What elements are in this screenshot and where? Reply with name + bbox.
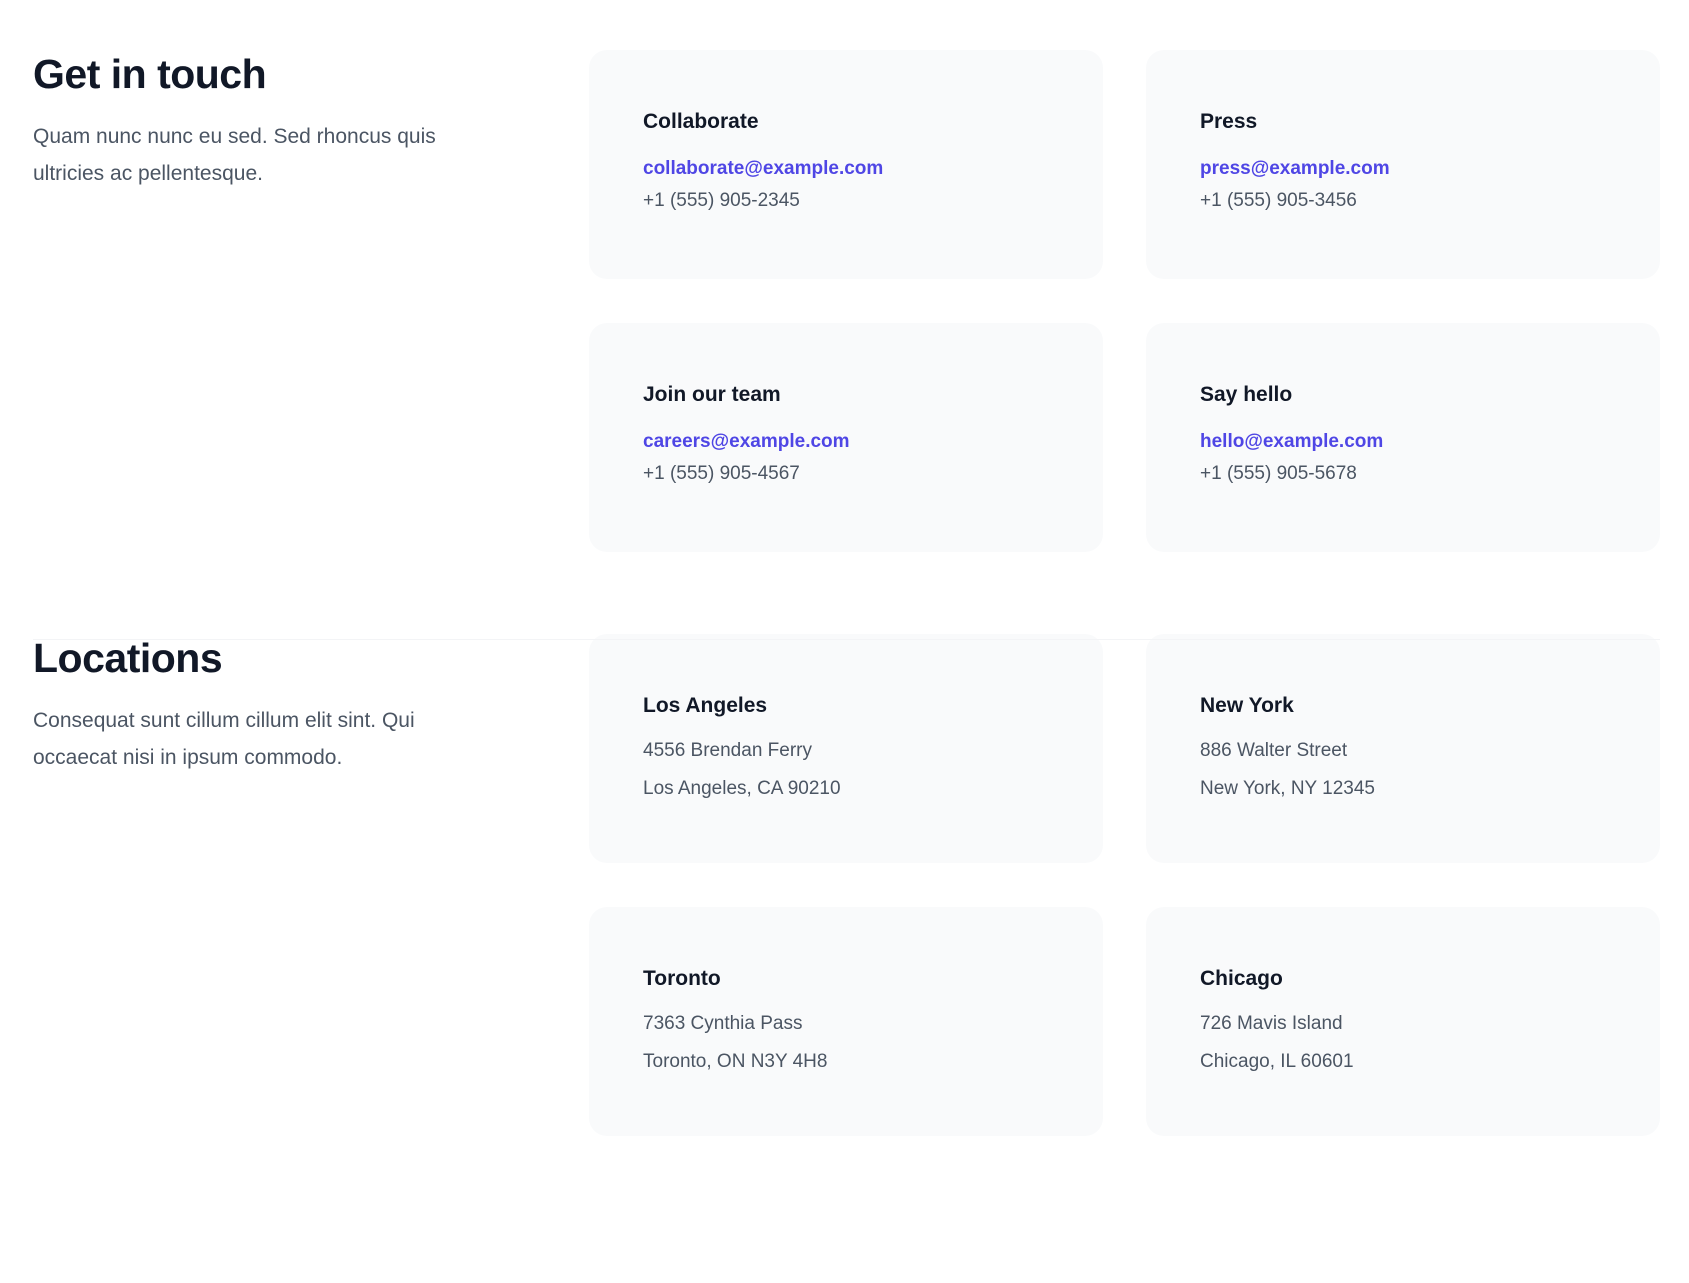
contact-card-press: Press press@example.com +1 (555) 905-345… [1146, 50, 1660, 279]
location-card-toronto: Toronto 7363 Cynthia Pass Toronto, ON N3… [589, 907, 1103, 1136]
contact-card-collaborate: Collaborate collaborate@example.com +1 (… [589, 50, 1103, 279]
location-address-line2: New York, NY 12345 [1200, 778, 1375, 799]
location-card-los-angeles: Los Angeles 4556 Brendan Ferry Los Angel… [589, 634, 1103, 863]
location-address-line2: Chicago, IL 60601 [1200, 1051, 1354, 1072]
location-card-title: Los Angeles [643, 694, 768, 717]
contact-card-email-link[interactable]: hello@example.com [1200, 429, 1660, 455]
contact-card-title: Say hello [1200, 383, 1293, 406]
contact-card-phone: +1 (555) 905-3456 [1200, 190, 1357, 211]
location-address-line1: 7363 Cynthia Pass [643, 1013, 803, 1034]
location-address-line2: Los Angeles, CA 90210 [643, 778, 841, 799]
contact-card-phone: +1 (555) 905-5678 [1200, 463, 1357, 484]
contact-card-phone: +1 (555) 905-4567 [643, 463, 800, 484]
contact-card-email-link[interactable]: press@example.com [1200, 156, 1660, 182]
contact-card-email-link[interactable]: careers@example.com [643, 429, 1103, 455]
page: Get in touch Quam nunc nunc eu sed. Sed … [33, 0, 1660, 1136]
contact-card-title: Collaborate [643, 110, 759, 133]
location-address-line1: 886 Walter Street [1200, 740, 1348, 761]
locations-intro: Locations Consequat sunt cillum cillum e… [33, 634, 589, 1136]
locations-heading: Locations [33, 635, 223, 681]
section-divider [33, 639, 1660, 640]
contact-card-title: Join our team [643, 383, 781, 406]
location-cards-grid: Los Angeles 4556 Brendan Ferry Los Angel… [589, 634, 1660, 1136]
contact-cards-grid: Collaborate collaborate@example.com +1 (… [589, 50, 1660, 552]
contact-section: Get in touch Quam nunc nunc eu sed. Sed … [33, 0, 1660, 552]
contact-description: Quam nunc nunc eu sed. Sed rhoncus quis … [33, 125, 436, 185]
location-card-title: New York [1200, 694, 1294, 717]
location-card-title: Chicago [1200, 967, 1283, 990]
contact-card-title: Press [1200, 110, 1258, 133]
location-address-line2: Toronto, ON N3Y 4H8 [643, 1051, 828, 1072]
contact-card-say-hello: Say hello hello@example.com +1 (555) 905… [1146, 323, 1660, 552]
location-card-chicago: Chicago 726 Mavis Island Chicago, IL 606… [1146, 907, 1660, 1136]
location-address-line1: 726 Mavis Island [1200, 1013, 1343, 1034]
locations-description: Consequat sunt cillum cillum elit sint. … [33, 709, 415, 769]
contact-intro: Get in touch Quam nunc nunc eu sed. Sed … [33, 50, 589, 552]
contact-card-join-our-team: Join our team careers@example.com +1 (55… [589, 323, 1103, 552]
contact-heading: Get in touch [33, 51, 267, 97]
contact-card-phone: +1 (555) 905-2345 [643, 190, 800, 211]
location-address-line1: 4556 Brendan Ferry [643, 740, 812, 761]
location-card-new-york: New York 886 Walter Street New York, NY … [1146, 634, 1660, 863]
location-card-title: Toronto [643, 967, 721, 990]
contact-card-email-link[interactable]: collaborate@example.com [643, 156, 1103, 182]
